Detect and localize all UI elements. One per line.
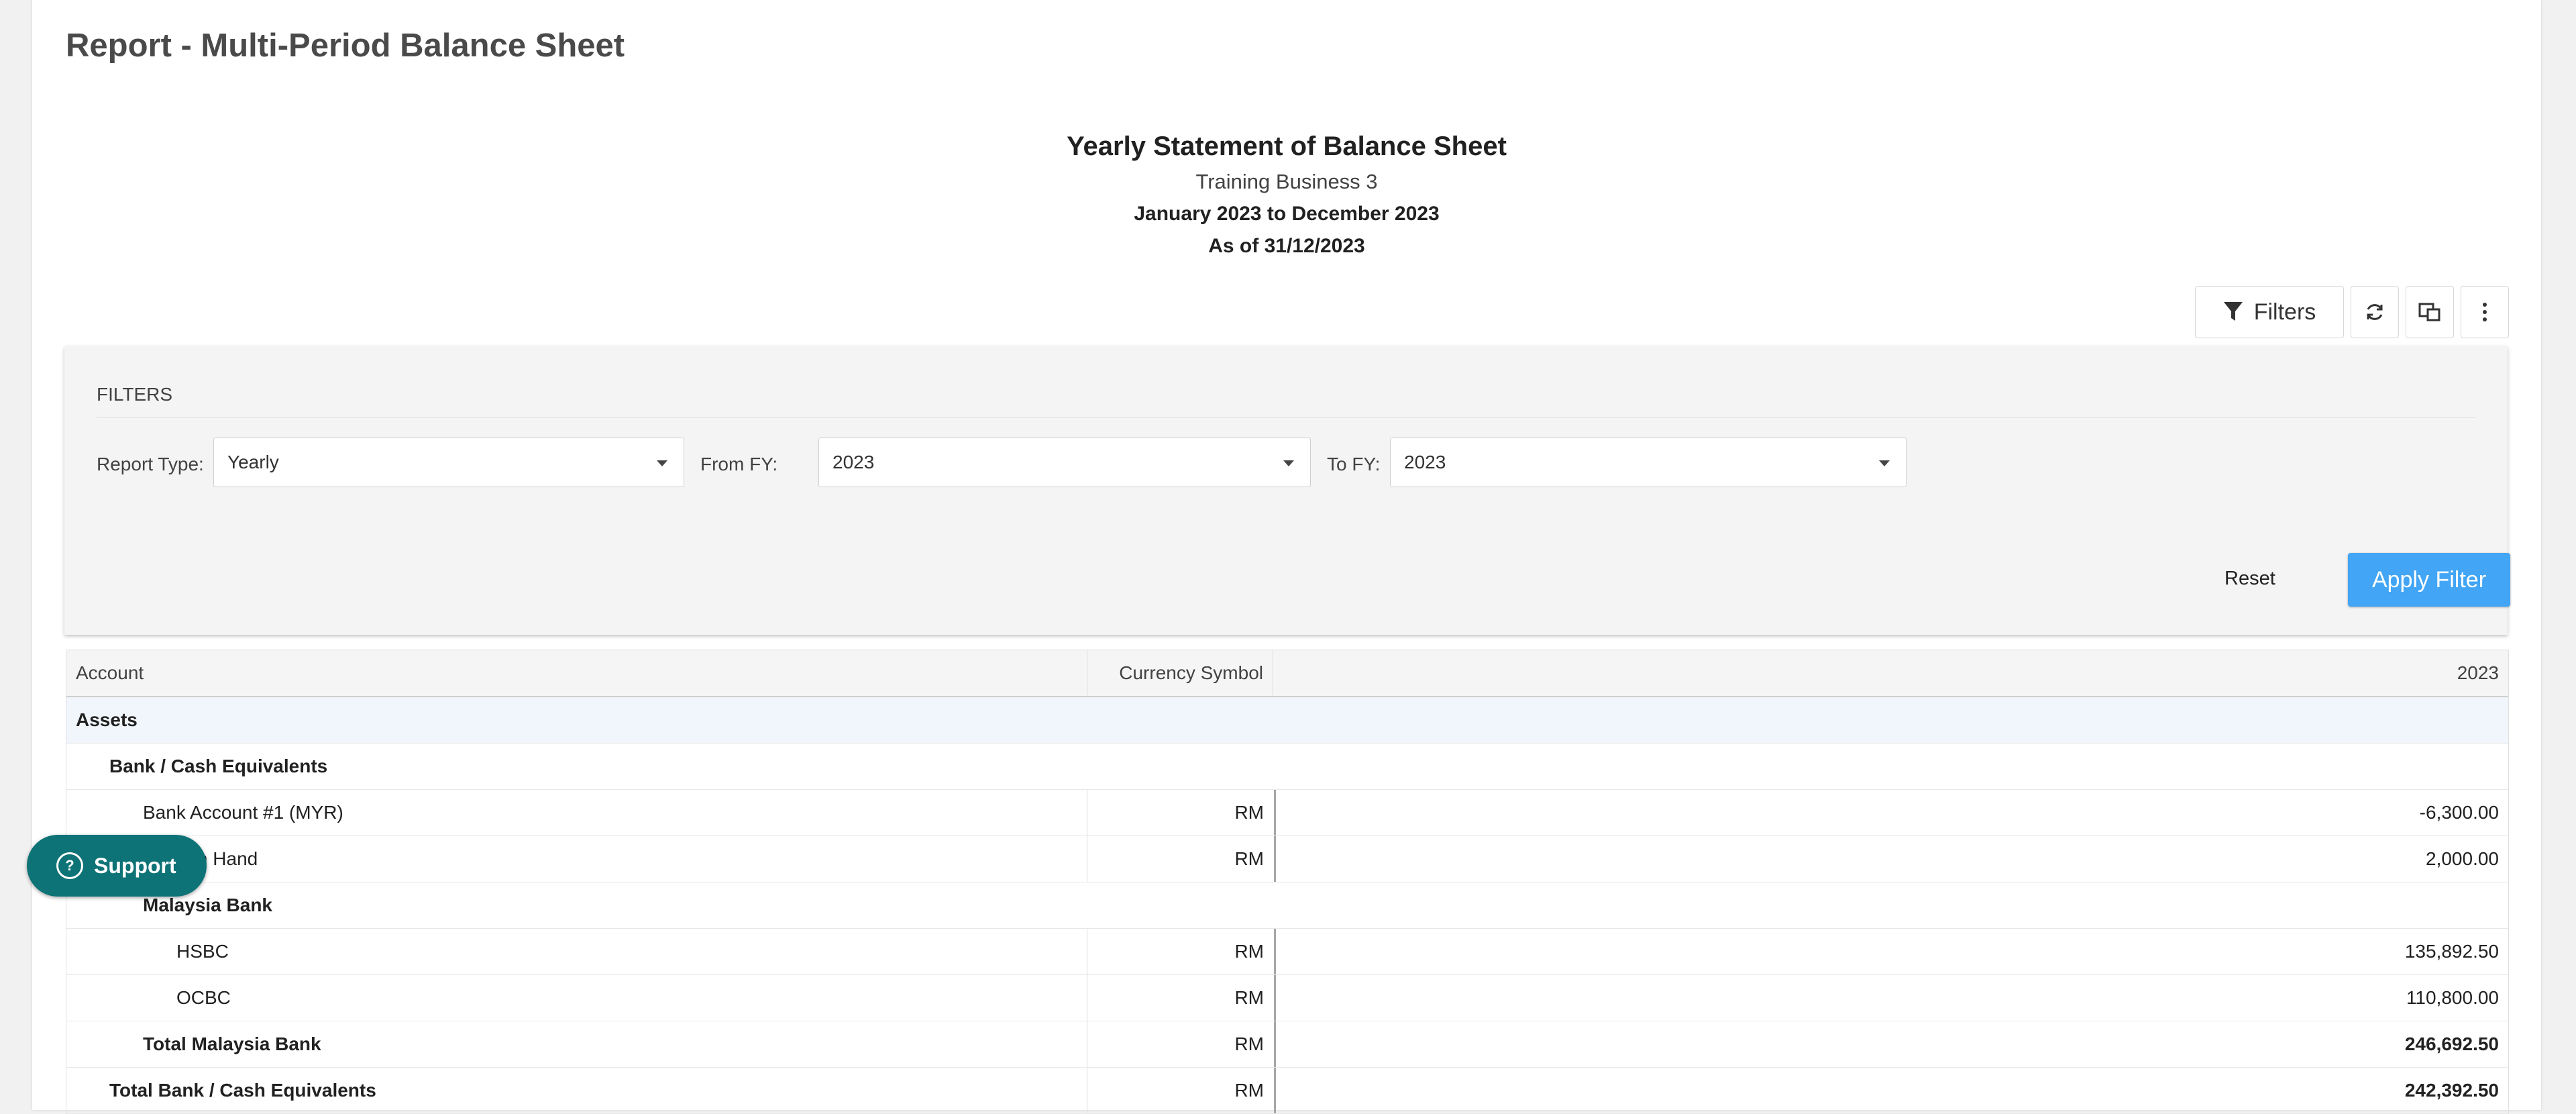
business-name: Training Business 3	[1195, 170, 1378, 193]
refresh-icon	[2364, 301, 2385, 323]
report-type-select[interactable]: Yearly	[213, 438, 684, 487]
support-button[interactable]: ? Support	[27, 835, 207, 897]
column-header-currency[interactable]: Currency Symbol	[1087, 650, 1273, 696]
row-account: Bank / Cash Equivalents	[109, 756, 328, 776]
apply-filter-button[interactable]: Apply Filter	[2348, 553, 2510, 607]
row-value: -6,300.00	[1274, 790, 2508, 835]
table-row: Total Bank / Cash Equivalents RM 242,392…	[66, 1068, 2508, 1114]
chevron-down-icon	[1879, 460, 1890, 466]
report-type-label: Report Type:	[97, 454, 204, 474]
table-row: OCBC RM 110,800.00	[66, 975, 2508, 1021]
filter-panel: FILTERS Report Type: Yearly From FY: 202…	[64, 346, 2510, 635]
row-currency: RM	[1087, 1068, 1273, 1113]
report-type-value: Yearly	[227, 452, 279, 472]
row-account: Total Bank / Cash Equivalents	[109, 1080, 376, 1101]
row-account: Cash In Hand	[143, 848, 258, 869]
table-row-assets: Assets	[66, 697, 2508, 744]
table-row: HSBC RM 135,892.50	[66, 929, 2508, 975]
more-options-button[interactable]	[2461, 286, 2509, 338]
row-account: OCBC	[176, 987, 231, 1008]
report-period: January 2023 to December 2023	[1134, 203, 1440, 225]
to-fy-select[interactable]: 2023	[1390, 438, 1907, 487]
column-header-account[interactable]: Account	[66, 650, 1086, 696]
row-value: 246,692.50	[1274, 1021, 2508, 1067]
report-as-of-date: As of 31/12/2023	[1208, 235, 1365, 257]
row-value: 242,392.50	[1274, 1068, 2508, 1113]
row-value: 110,800.00	[1274, 975, 2508, 1021]
filters-button[interactable]: Filters	[2195, 286, 2344, 338]
help-circle-icon: ?	[56, 852, 83, 879]
report-header: Yearly Statement of Balance Sheet Traini…	[32, 128, 2541, 263]
filters-button-label: Filters	[2253, 299, 2316, 325]
filters-divider	[97, 417, 2475, 418]
balance-sheet-table: Account Currency Symbol 2023 Assets Bank…	[66, 650, 2509, 1114]
copy-icon	[2418, 302, 2441, 322]
table-row: Bank Account #1 (MYR) RM -6,300.00	[66, 790, 2508, 836]
report-toolbar: Filters	[2195, 286, 2509, 338]
from-fy-label: From FY:	[700, 454, 778, 474]
from-fy-value: 2023	[833, 452, 875, 472]
row-account: Total Malaysia Bank	[143, 1033, 321, 1054]
report-title: Yearly Statement of Balance Sheet	[1067, 132, 1507, 161]
refresh-button[interactable]	[2351, 286, 2399, 338]
row-value: 135,892.50	[1274, 929, 2508, 974]
row-account: Malaysia Bank	[143, 895, 272, 915]
row-currency: RM	[1087, 1021, 1273, 1067]
table-row: Total Malaysia Bank RM 246,692.50	[66, 1021, 2508, 1068]
filters-heading: FILTERS	[97, 384, 173, 405]
row-currency: RM	[1087, 836, 1273, 882]
filter-icon	[2223, 301, 2243, 323]
row-account: HSBC	[176, 941, 229, 962]
reset-button[interactable]: Reset	[2224, 568, 2275, 590]
row-currency: RM	[1087, 975, 1273, 1021]
table-row: Cash In Hand RM 2,000.00	[66, 836, 2508, 882]
page-title: Report - Multi-Period Balance Sheet	[66, 28, 625, 64]
more-vertical-icon	[2482, 302, 2487, 322]
support-button-label: Support	[94, 853, 176, 878]
table-row: Bank / Cash Equivalents	[66, 744, 2508, 790]
row-currency: RM	[1087, 929, 1273, 974]
row-value: 2,000.00	[1274, 836, 2508, 882]
chevron-down-icon	[1283, 460, 1294, 466]
row-account: Assets	[76, 709, 138, 730]
from-fy-select[interactable]: 2023	[818, 438, 1311, 487]
table-row: Malaysia Bank	[66, 882, 2508, 929]
report-page: Report - Multi-Period Balance Sheet Year…	[32, 0, 2541, 1114]
copy-layout-button[interactable]	[2406, 286, 2454, 338]
to-fy-label: To FY:	[1327, 454, 1381, 474]
to-fy-value: 2023	[1404, 452, 1446, 472]
chevron-down-icon	[657, 460, 667, 466]
row-account: Bank Account #1 (MYR)	[143, 802, 343, 823]
row-currency: RM	[1087, 790, 1273, 835]
column-header-2023[interactable]: 2023	[1274, 650, 2508, 696]
table-header: Account Currency Symbol 2023	[66, 650, 2508, 697]
